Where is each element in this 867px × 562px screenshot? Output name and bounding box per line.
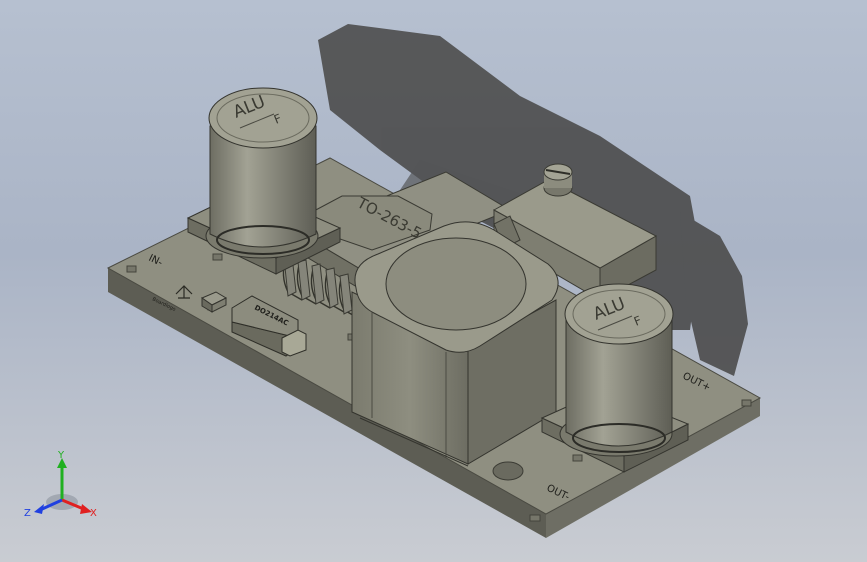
z-axis-arrow: [34, 504, 44, 514]
shadow-right: [680, 212, 748, 376]
pad: [529, 514, 541, 522]
cad-viewport[interactable]: IN- OUT+ OUT- Boardlogo DO214AC TO-263-5…: [0, 0, 867, 562]
inductor-top-disc: [385, 237, 527, 331]
pad: [572, 454, 583, 462]
pcb-3d-model[interactable]: IN- OUT+ OUT- Boardlogo DO214AC TO-263-5…: [0, 0, 867, 562]
pad: [126, 265, 137, 273]
mounting-hole: [492, 461, 524, 481]
y-axis-label: Y: [57, 450, 65, 461]
x-axis-label: X: [90, 508, 97, 519]
pad: [741, 399, 752, 407]
axis-triad: Y X Z: [24, 450, 97, 519]
z-axis-label: Z: [24, 508, 31, 519]
pad: [212, 253, 223, 261]
